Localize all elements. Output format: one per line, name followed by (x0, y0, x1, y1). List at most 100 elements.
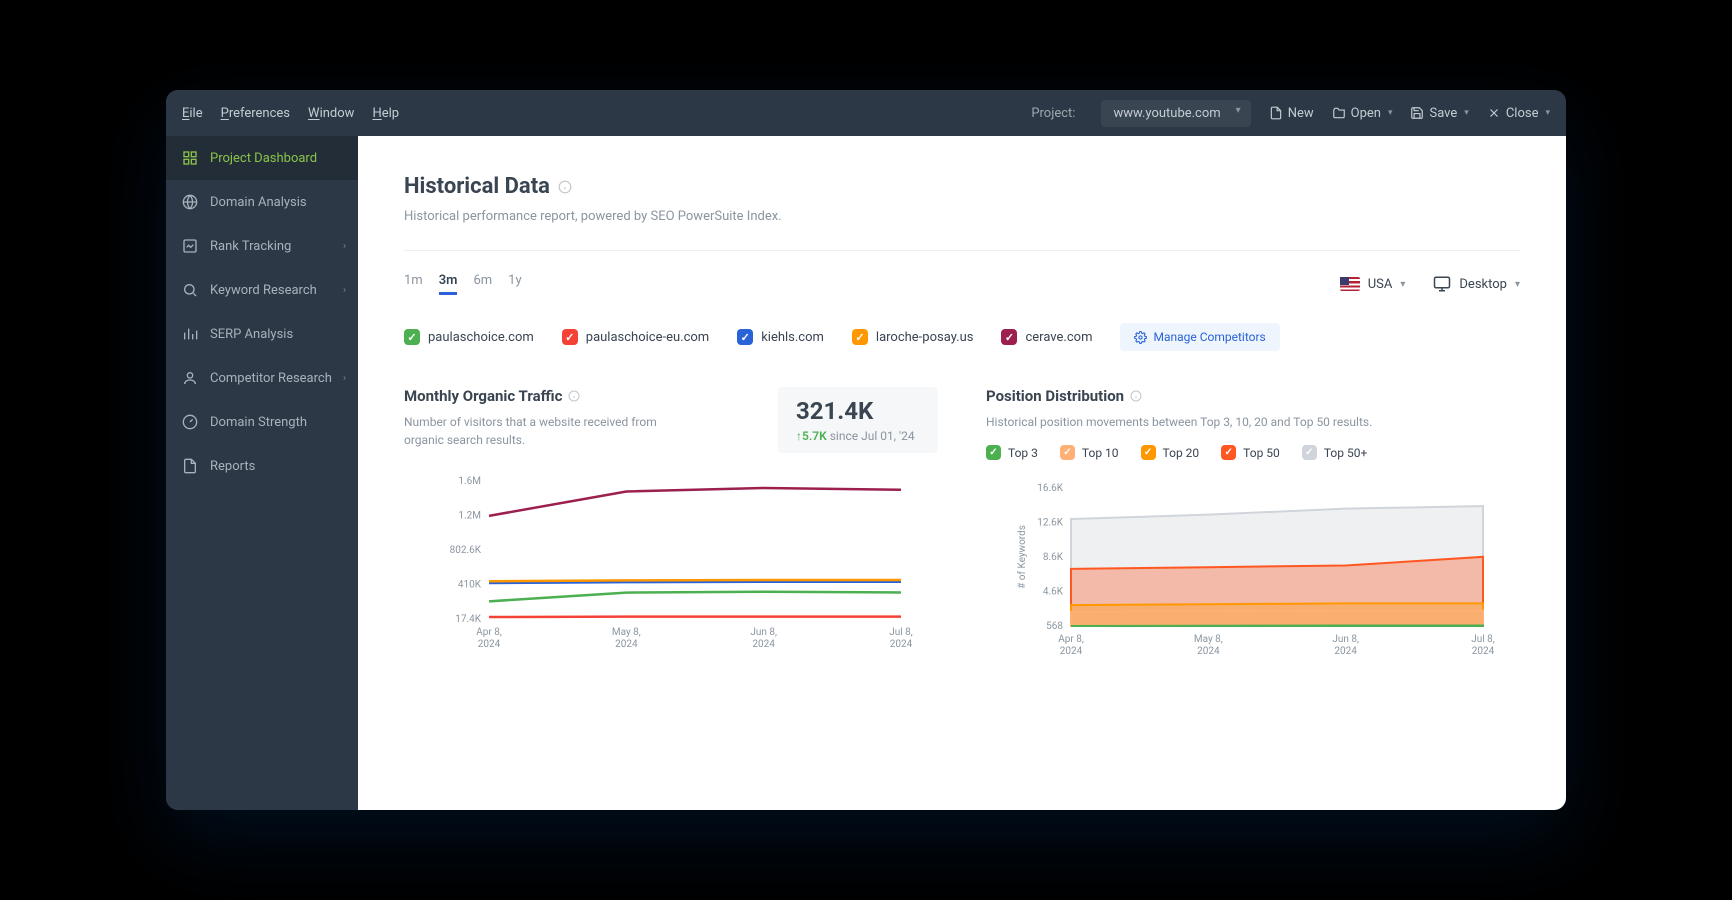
legend-label: Top 3 (1008, 446, 1038, 460)
svg-text:Jun 8,: Jun 8, (1332, 634, 1359, 645)
svg-text:8.6K: 8.6K (1043, 552, 1064, 563)
legend-top50[interactable]: ✓Top 50+ (1302, 445, 1367, 460)
svg-text:Jun 8,: Jun 8, (750, 627, 777, 638)
sidebar-item-serp-analysis[interactable]: SERP Analysis (166, 312, 358, 356)
legend-top10[interactable]: ✓Top 10 (1060, 445, 1119, 460)
info-icon (568, 390, 580, 402)
svg-text:2024: 2024 (1197, 646, 1220, 657)
competitor-kiehls-com[interactable]: ✓kiehls.com (737, 329, 824, 345)
svg-text:May 8,: May 8, (1194, 634, 1223, 645)
page-subtitle: Historical performance report, powered b… (404, 209, 1520, 224)
save-button[interactable]: Save▾ (1410, 106, 1468, 121)
competitor-label: kiehls.com (761, 330, 824, 345)
project-label: Project: (1031, 106, 1075, 121)
open-button[interactable]: Open▾ (1332, 106, 1393, 121)
legend-label: Top 50 (1243, 446, 1280, 460)
checkbox-icon: ✓ (1141, 445, 1156, 460)
svg-text:2024: 2024 (1334, 646, 1357, 657)
legend-top20[interactable]: ✓Top 20 (1141, 445, 1200, 460)
checkbox-icon: ✓ (986, 445, 1001, 460)
save-icon (1410, 106, 1424, 120)
info-icon (1130, 390, 1142, 402)
dashboard-icon (182, 150, 198, 166)
gear-icon (1134, 331, 1147, 344)
svg-text:1.6M: 1.6M (458, 476, 481, 487)
checkbox-icon: ✓ (1001, 329, 1017, 345)
menu-file[interactable]: Eile (182, 106, 203, 121)
new-file-icon (1269, 106, 1283, 120)
time-range-tabs: 1m 3m 6m 1y (404, 273, 522, 295)
competitor-legend: ✓paulaschoice.com✓paulaschoice-eu.com✓ki… (404, 323, 1520, 351)
chart-line-icon (182, 238, 198, 254)
new-button[interactable]: New (1269, 106, 1314, 121)
traffic-subtitle: Number of visitors that a website receiv… (404, 413, 684, 449)
device-select[interactable]: Desktop▾ (1433, 275, 1520, 293)
sidebar-item-label: Keyword Research (210, 283, 317, 298)
legend-top50[interactable]: ✓ Top 50 (1221, 445, 1280, 460)
time-tab-3m[interactable]: 3m (439, 273, 458, 295)
main-area: Historical Data Historical performance r… (358, 136, 1566, 810)
menu-help[interactable]: Help (372, 106, 399, 121)
sidebar-item-project-dashboard[interactable]: Project Dashboard (166, 136, 358, 180)
competitor-label: paulaschoice.com (428, 330, 534, 345)
info-icon (558, 180, 572, 194)
sidebar-item-domain-strength[interactable]: Domain Strength (166, 400, 358, 444)
svg-text:May 8,: May 8, (612, 627, 641, 638)
checkbox-icon: ✓ (404, 329, 420, 345)
page-title: Historical Data (404, 174, 1520, 199)
traffic-title: Monthly Organic Traffic (404, 387, 758, 405)
traffic-value: 321.4K (796, 397, 920, 425)
time-tab-1y[interactable]: 1y (508, 273, 521, 295)
checkbox-icon: ✓ (852, 329, 868, 345)
sidebar-item-competitor-research[interactable]: Competitor Research› (166, 356, 358, 400)
svg-text:Jul 8,: Jul 8, (889, 627, 913, 638)
country-select[interactable]: USA▾ (1340, 277, 1406, 292)
position-subtitle: Historical position movements between To… (986, 413, 1406, 431)
svg-text:2024: 2024 (890, 639, 913, 650)
menu-window[interactable]: Window (308, 106, 354, 121)
legend-top3[interactable]: ✓ Top 3 (986, 445, 1038, 460)
svg-text:17.4K: 17.4K (455, 614, 481, 625)
globe-icon (182, 194, 198, 210)
position-chart[interactable]: 16.6K12.6K8.6K4.6K568# of KeywordsApr 8,… (986, 482, 1520, 662)
sidebar-item-label: SERP Analysis (210, 327, 293, 342)
project-select[interactable]: www.youtube.com (1101, 100, 1250, 127)
flag-icon (1340, 277, 1360, 291)
checkbox-icon: ✓ (1221, 445, 1236, 460)
competitor-cerave-com[interactable]: ✓ cerave.com (1001, 329, 1092, 345)
svg-text:2024: 2024 (1060, 646, 1083, 657)
menu-preferences[interactable]: Preferences (221, 106, 290, 121)
sidebar-item-label: Reports (210, 459, 255, 474)
checkbox-icon: ✓ (1060, 445, 1075, 460)
svg-text:2024: 2024 (1472, 646, 1495, 657)
svg-text:410K: 410K (458, 580, 482, 591)
time-tab-6m[interactable]: 6m (473, 273, 492, 295)
competitor-paulaschoice-com[interactable]: ✓ paulaschoice.com (404, 329, 534, 345)
svg-text:2024: 2024 (615, 639, 638, 650)
users-icon (182, 370, 198, 386)
traffic-chart[interactable]: 1.6M1.2M802.6K410K17.4KApr 8,2024May 8,2… (404, 475, 938, 655)
sidebar-item-label: Rank Tracking (210, 239, 291, 254)
sidebar-item-rank-tracking[interactable]: Rank Tracking › (166, 224, 358, 268)
checkbox-icon: ✓ (1302, 445, 1317, 460)
sidebar-item-domain-analysis[interactable]: Domain Analysis (166, 180, 358, 224)
sidebar-item-keyword-research[interactable]: Keyword Research› (166, 268, 358, 312)
bars-icon (182, 326, 198, 342)
chevron-right-icon: › (343, 373, 346, 384)
sidebar-item-label: Project Dashboard (210, 151, 317, 166)
competitor-label: cerave.com (1025, 330, 1092, 345)
chevron-right-icon: › (343, 241, 346, 252)
competitor-laroche-posay-us[interactable]: ✓laroche-posay.us (852, 329, 974, 345)
checkbox-icon: ✓ (562, 329, 578, 345)
svg-text:4.6K: 4.6K (1043, 587, 1064, 598)
time-tab-1m[interactable]: 1m (404, 273, 423, 295)
svg-text:12.6K: 12.6K (1037, 518, 1063, 529)
manage-competitors-button[interactable]: Manage Competitors (1120, 323, 1279, 351)
sidebar-item-reports[interactable]: Reports (166, 444, 358, 488)
close-button[interactable]: Close▾ (1487, 106, 1550, 121)
traffic-metric: 321.4K ↑5.7K since Jul 01, '24 (778, 387, 938, 453)
sidebar-item-label: Domain Analysis (210, 195, 307, 210)
close-icon (1487, 106, 1501, 120)
competitor-paulaschoice-eu-com[interactable]: ✓paulaschoice-eu.com (562, 329, 709, 345)
svg-text:568: 568 (1046, 621, 1063, 632)
